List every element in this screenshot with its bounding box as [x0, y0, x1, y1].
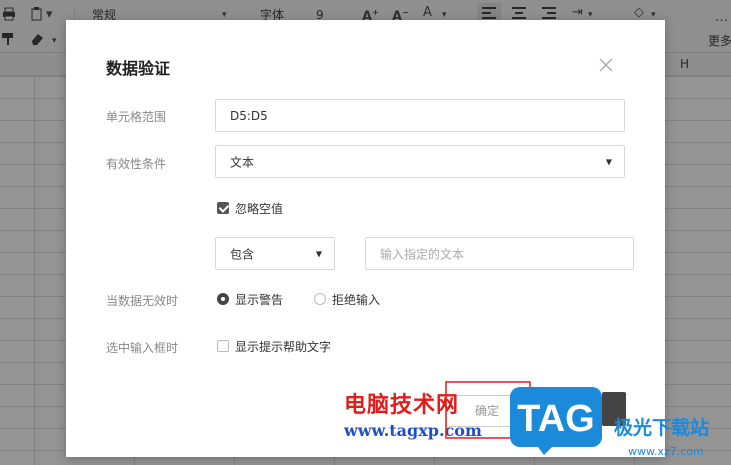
tag-logo-icon: TAG [510, 387, 602, 455]
on-invalid-label: 当数据无效时 [106, 294, 179, 308]
criteria-select[interactable]: 文本 ▼ [215, 145, 625, 178]
tag-logo-text: TAG [517, 398, 594, 440]
criteria-label: 有效性条件 [106, 157, 167, 171]
ignore-blank-checkbox[interactable] [217, 202, 229, 214]
ignore-blank-label: 忽略空值 [235, 202, 284, 216]
show-warning-label: 显示警告 [235, 293, 284, 307]
dropdown-caret-icon: ▼ [315, 249, 322, 258]
operator-select[interactable]: 包含 ▼ [215, 237, 335, 270]
specified-text-placeholder: 输入指定的文本 [380, 247, 465, 261]
criteria-value: 文本 [230, 155, 255, 169]
operator-value: 包含 [230, 247, 255, 261]
cell-range-value: D5:D5 [230, 108, 268, 123]
watermark-right-url: www.xz7.com [628, 445, 704, 458]
cell-range-input[interactable]: D5:D5 [215, 99, 625, 132]
on-select-label: 选中输入框时 [106, 341, 179, 355]
cell-range-label: 单元格范围 [106, 110, 167, 124]
watermark-right: TAG 极光下载站 www.xz7.com [508, 385, 728, 463]
close-icon[interactable] [598, 57, 614, 73]
show-warning-radio[interactable] [217, 293, 229, 305]
dropdown-caret-icon: ▼ [605, 157, 612, 166]
watermark-right-title: 极光下载站 [614, 417, 710, 439]
dialog-title: 数据验证 [106, 59, 171, 78]
reject-input-radio[interactable] [314, 293, 326, 305]
show-help-text-checkbox[interactable] [217, 340, 229, 352]
reject-input-label: 拒绝输入 [332, 293, 381, 307]
specified-text-input[interactable]: 输入指定的文本 [365, 237, 634, 270]
show-help-text-label: 显示提示帮助文字 [235, 340, 332, 354]
